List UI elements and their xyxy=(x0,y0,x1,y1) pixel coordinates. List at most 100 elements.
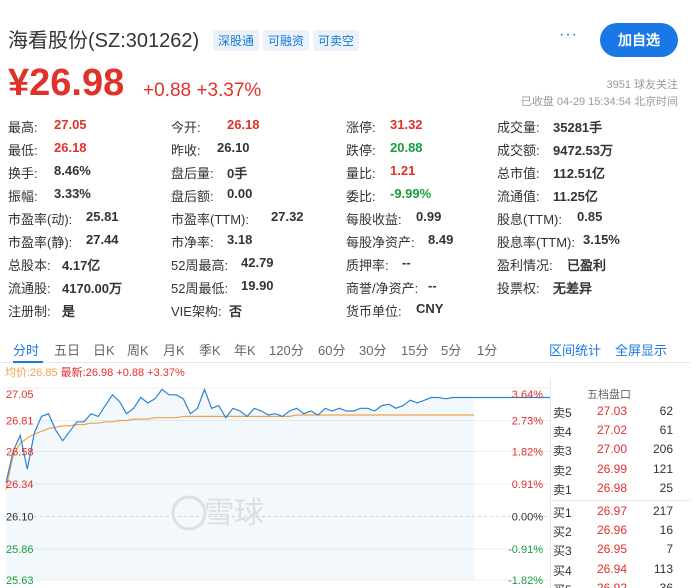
stat-label: 每股净资产: xyxy=(346,235,415,250)
order-level-label: 卖5 xyxy=(553,406,572,420)
change-percent: +3.37% xyxy=(196,80,262,101)
order-book-title: 五档盘口 xyxy=(587,389,631,401)
bid-level: 买1 26.97 217 xyxy=(551,504,691,523)
stat-label: 盈利情况: xyxy=(497,258,553,273)
tab-period[interactable]: 30分 xyxy=(359,340,386,359)
tag-short-sell[interactable]: 可卖空 xyxy=(313,30,360,51)
stat-value: 8.49 xyxy=(428,232,454,247)
order-level-price: 26.94 xyxy=(597,561,628,576)
tag-margin[interactable]: 可融资 xyxy=(263,30,310,51)
stat-label: 股息率(TTM): xyxy=(497,235,575,250)
order-level-volume: 16 xyxy=(659,523,673,538)
order-level-volume: 62 xyxy=(659,404,673,418)
stock-header: 海看股份(SZ:301262) 深股通 可融资 可卖空 ··· 加自选 xyxy=(0,0,700,60)
bid-level: 买5 26.92 36 xyxy=(551,581,691,588)
range-stats-link[interactable]: 区间统计 xyxy=(549,340,601,359)
stat-label: 52周最高: xyxy=(171,258,229,273)
stat-label: 总股本: xyxy=(8,258,51,273)
order-level-volume: 36 xyxy=(659,580,673,588)
price-area xyxy=(6,389,474,580)
tab-period[interactable]: 120分 xyxy=(269,340,304,359)
stat-value: 27.44 xyxy=(86,232,119,247)
tab-period[interactable]: 五日 xyxy=(54,340,80,359)
pct-tick-label: 1.82% xyxy=(512,447,543,459)
order-level-label: 卖1 xyxy=(553,482,572,497)
stat-value: 0.85 xyxy=(577,209,603,224)
stat-label: VIE架构: xyxy=(171,304,222,319)
quote-stats-row: 振幅: 3.33% 盘后额: 0.00 委比: -9.99% 流通值: 11.25亿 xyxy=(0,183,700,205)
stat-value: -- xyxy=(402,255,411,270)
stat-label: 最高: xyxy=(8,120,38,135)
followers-count[interactable]: 3951 球友关注 xyxy=(606,76,678,92)
market-status: 已收盘 04-29 15:34:54 北京时间 xyxy=(520,96,678,108)
stat-label: 跌停: xyxy=(346,143,376,158)
stat-label: 最低: xyxy=(8,143,38,158)
pct-tick-label: 3.64% xyxy=(512,389,543,401)
stat-value: 3.15% xyxy=(583,232,620,247)
stat-value: 42.79 xyxy=(241,255,274,270)
bid-level: 买3 26.95 7 xyxy=(551,542,691,561)
quote-stats-row: 注册制: 是 VIE架构: 否 货币单位: CNY xyxy=(0,298,700,320)
chart-period-tabs: 区间统计 全屏显示 分时 五日 日K 周K 月K 季K 年K 120分 60分 30分 15分 5分 1… xyxy=(0,333,690,363)
tab-period[interactable]: 季K xyxy=(199,340,221,359)
stat-value: 20.88 xyxy=(390,140,423,155)
order-book-divider xyxy=(551,500,691,501)
y-tick-label: 26.81 xyxy=(6,415,34,427)
quote-stats-row: 流通股: 4170.00万 52周最低: 19.90 商誉/净资产: -- 投票权: 无差异 xyxy=(0,275,700,297)
stat-label: 流通值: xyxy=(497,189,540,204)
order-level-price: 27.02 xyxy=(597,423,628,438)
order-level-price: 26.97 xyxy=(597,504,628,518)
stat-value: 26.10 xyxy=(217,140,250,155)
y-tick-label: 26.34 xyxy=(6,479,34,491)
tag-hk-connect[interactable]: 深股通 xyxy=(213,30,260,51)
stat-value: 27.32 xyxy=(271,209,304,224)
stat-value: 11.25亿 xyxy=(553,189,598,204)
stat-value: 无差异 xyxy=(553,281,593,296)
tab-period[interactable]: 15分 xyxy=(401,340,428,359)
add-to-watchlist-button[interactable]: 加自选 xyxy=(600,23,678,57)
stat-label: 今开: xyxy=(171,120,201,135)
quote-stats-row: 总股本: 4.17亿 52周最高: 42.79 质押率: -- 盈利情况: 已盈利 xyxy=(0,252,700,274)
stat-value: 4170.00万 xyxy=(62,281,122,296)
stat-value: 4.17亿 xyxy=(62,258,101,273)
tab-period[interactable]: 5分 xyxy=(441,340,461,359)
active-tab-indicator xyxy=(13,361,43,363)
order-level-label: 买2 xyxy=(553,525,572,540)
stat-value: 已盈利 xyxy=(567,258,607,273)
order-level-label: 买4 xyxy=(553,563,572,578)
fullscreen-link[interactable]: 全屏显示 xyxy=(615,340,667,359)
pct-tick-label: 0.00% xyxy=(512,511,543,523)
tab-period[interactable]: 年K xyxy=(234,340,256,359)
order-level-volume: 25 xyxy=(659,480,673,495)
ask-level: 卖2 26.99 121 xyxy=(551,462,691,481)
ask-level: 卖1 26.98 25 xyxy=(551,481,691,500)
stat-label: 商誉/净资产: xyxy=(346,281,419,296)
stat-value: 35281手 xyxy=(553,120,603,135)
stat-value: CNY xyxy=(416,301,444,316)
tab-period[interactable]: 日K xyxy=(93,340,115,359)
quote-stats-row: 最高: 27.05 今开: 26.18 涨停: 31.32 成交量: 35281手 xyxy=(0,114,700,136)
tab-period[interactable]: 分时 xyxy=(13,340,39,359)
tab-period[interactable]: 60分 xyxy=(318,340,345,359)
order-level-price: 26.99 xyxy=(597,461,628,476)
order-level-label: 买5 xyxy=(553,581,572,588)
stat-value: 8.46% xyxy=(54,163,91,178)
stat-label: 总市值: xyxy=(497,166,540,181)
order-level-price: 26.98 xyxy=(597,480,628,495)
order-level-price: 27.00 xyxy=(597,442,628,457)
more-options-icon[interactable]: ··· xyxy=(559,26,578,44)
intraday-chart[interactable]: 雪球27.0526.8126.5826.3426.1025.8625.633.6… xyxy=(4,378,550,588)
order-level-volume: 121 xyxy=(652,461,673,476)
stat-label: 市盈率(静): xyxy=(8,235,73,250)
tab-period[interactable]: 周K xyxy=(127,340,149,359)
stat-value: 26.18 xyxy=(54,140,87,155)
stat-value: 是 xyxy=(62,304,76,319)
order-level-price: 27.03 xyxy=(597,404,628,418)
tab-period[interactable]: 月K xyxy=(163,340,185,359)
tab-period[interactable]: 1分 xyxy=(477,340,497,359)
stat-label: 昨收: xyxy=(171,143,201,158)
stat-label: 注册制: xyxy=(8,304,51,319)
bid-level: 买4 26.94 113 xyxy=(551,562,691,581)
order-level-price: 26.95 xyxy=(597,542,628,557)
change-amount: +0.88 xyxy=(143,80,192,101)
